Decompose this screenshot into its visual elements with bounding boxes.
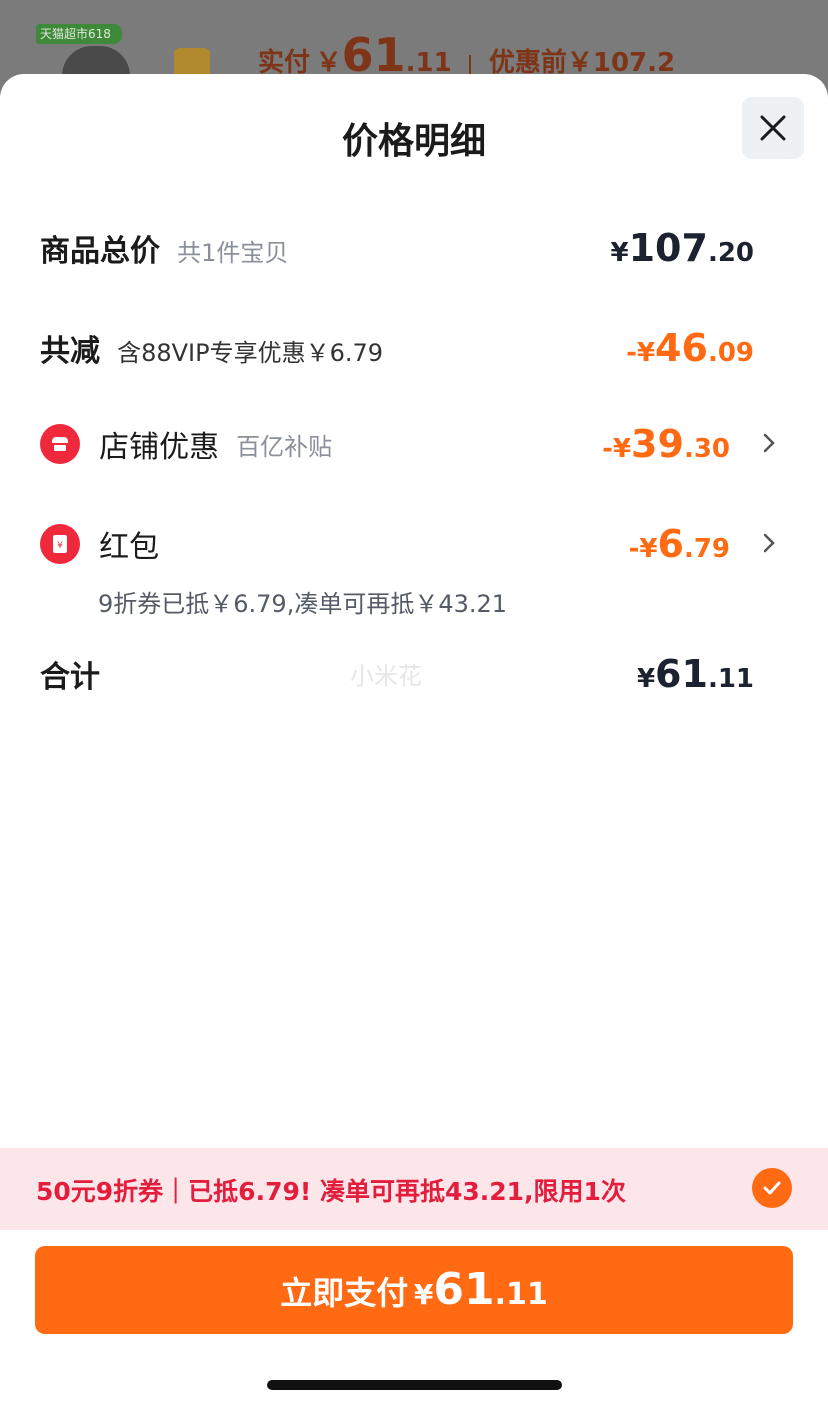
coupon-check-toggle[interactable] [752,1168,792,1208]
store-icon [40,424,80,464]
price-detail-sheet: 价格明细 商品总价 共1件宝贝 ¥107.20 共减 含88VIP专享优惠￥6.… [0,74,828,1407]
reduction-amount: -¥46.09 [626,326,754,370]
row-red-packet[interactable]: ¥ 红包 -¥6.79 [40,522,788,566]
reduction-label: 共减 [40,334,100,369]
chevron-right-icon [763,533,775,553]
store-discount-amount: -¥39.30 [602,422,730,466]
goods-total-label: 商品总价 [40,234,160,269]
subsidy-note: 百亿补贴 [236,432,333,461]
coupon-promo-text: 50元9折券｜已抵6.79! 凑单可再抵43.21,限用1次 [36,1177,626,1206]
sheet-title: 价格明细 [341,121,486,162]
coupon-applied-note: 9折券已抵￥6.79,凑单可再抵￥43.21 [98,590,508,618]
svg-text:¥: ¥ [57,541,63,551]
pay-now-button[interactable]: 立即支付 ¥61.11 [35,1246,793,1334]
chevron-right-icon [763,433,775,453]
check-icon [763,1181,781,1195]
sum-amount: ¥61.11 [636,652,754,696]
store-discount-label: 店铺优惠 [99,430,220,465]
tmall-supermarket-badge: 天猫超市618 [36,24,122,44]
row-goods-total: 商品总价 共1件宝贝 ¥107.20 [40,226,788,270]
goods-total-amount: ¥107.20 [610,226,754,270]
red-packet-label: 红包 [99,530,160,565]
row-store-discount[interactable]: 店铺优惠 百亿补贴 -¥39.30 [40,422,788,466]
vip-discount-note: 含88VIP专享优惠￥6.79 [117,339,384,367]
watermark-text: 小米花 [350,662,422,690]
red-packet-amount: -¥6.79 [628,522,730,566]
coupon-promo-bar[interactable]: 50元9折券｜已抵6.79! 凑单可再抵43.21,限用1次 [0,1148,828,1230]
close-button[interactable] [742,97,804,159]
goods-count-note: 共1件宝贝 [177,239,289,267]
close-icon [760,115,786,141]
red-packet-icon: ¥ [40,524,80,564]
sum-label: 合计 [40,660,100,695]
row-total-reduction: 共减 含88VIP专享优惠￥6.79 -¥46.09 [40,326,788,370]
home-indicator[interactable] [267,1380,562,1390]
